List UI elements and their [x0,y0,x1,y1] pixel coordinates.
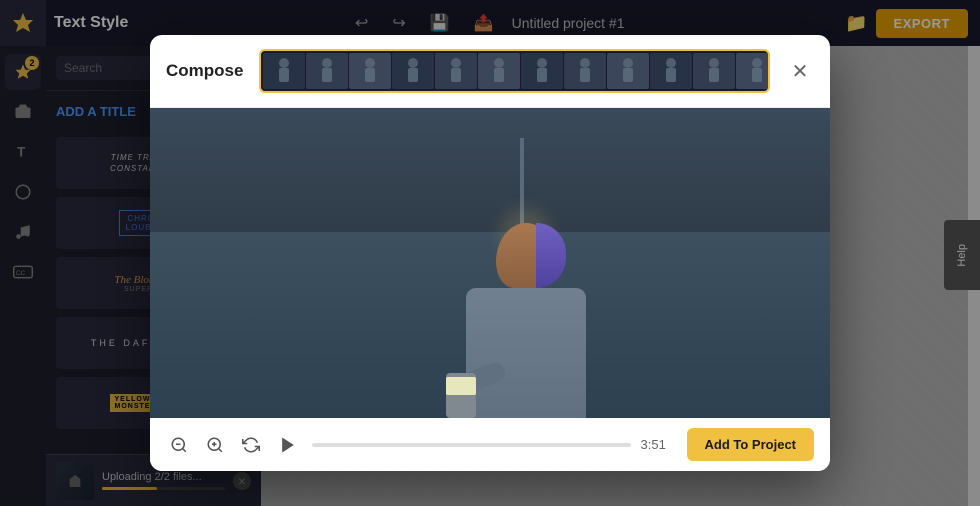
filmstrip-frame [521,53,563,89]
zoom-out-icon [170,436,188,454]
filmstrip-frame [392,53,434,89]
filmstrip-frame [607,53,649,89]
filmstrip-frame [349,53,391,89]
progress-bar[interactable] [312,443,631,447]
filmstrip[interactable] [259,49,770,93]
play-icon [278,435,298,455]
video-scene [150,108,830,418]
rotate-icon [242,436,260,454]
filmstrip-frame [263,53,305,89]
compose-modal: Compose ✕ [150,35,830,471]
modal-close-button[interactable]: ✕ [786,57,814,85]
zoom-in-button[interactable] [202,432,228,458]
filmstrip-frame [736,53,770,89]
person-silhouette [466,223,586,418]
zoom-in-icon [206,436,224,454]
filmstrip-frame [650,53,692,89]
add-to-project-button[interactable]: Add To Project [687,428,814,461]
filmstrip-frame [435,53,477,89]
filmstrip-frame [478,53,520,89]
filmstrip-frame [564,53,606,89]
zoom-out-button[interactable] [166,432,192,458]
close-icon: ✕ [792,59,809,84]
filmstrip-frame [306,53,348,89]
modal-title: Compose [166,61,243,81]
filmstrip-frames [261,51,770,91]
play-button[interactable] [274,431,302,459]
video-controls: 3:51 Add To Project [150,418,830,471]
modal-header: Compose ✕ [150,35,830,108]
video-preview [150,108,830,418]
time-label: 3:51 [641,437,677,452]
filmstrip-frame [693,53,735,89]
modal-overlay: Compose ✕ [0,0,980,506]
rotate-button[interactable] [238,432,264,458]
video-area [150,108,830,418]
